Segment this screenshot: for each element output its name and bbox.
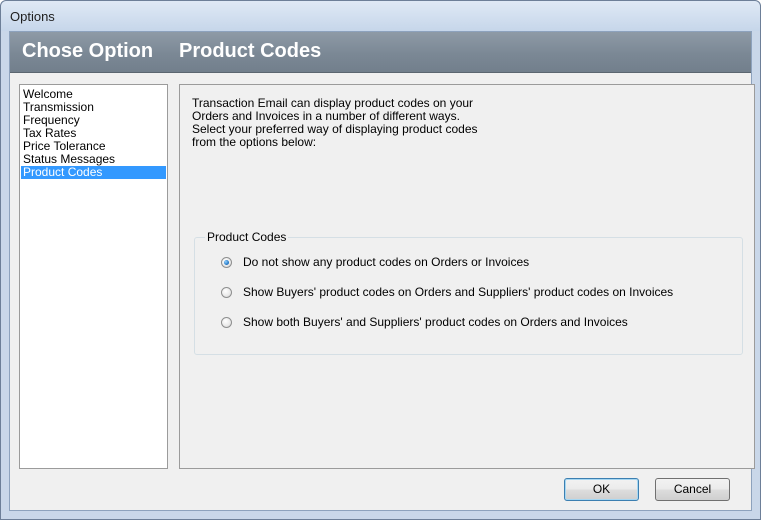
options-nav-list[interactable]: Welcome Transmission Frequency Tax Rates… <box>19 84 168 469</box>
header-band: Chose Option Product Codes <box>10 32 751 73</box>
header-page-title: Product Codes <box>179 40 322 62</box>
radio-option-buyers-suppliers-codes[interactable]: Show Buyers' product codes on Orders and… <box>221 284 673 300</box>
ok-button[interactable]: OK <box>564 478 639 501</box>
radio-option-label[interactable]: Do not show any product codes on Orders … <box>243 255 529 269</box>
options-window: Options Chose Option Product Codes Welco… <box>0 0 761 520</box>
product-codes-groupbox: Product Codes Do not show any product co… <box>194 212 757 379</box>
radio-button-checked-icon[interactable] <box>221 256 232 268</box>
description-line: from the options below: <box>192 135 317 149</box>
description-text: Transaction Email can display product co… <box>192 97 478 149</box>
window-title: Options <box>10 9 55 24</box>
radio-option-label[interactable]: Show both Buyers' and Suppliers' product… <box>243 315 628 329</box>
radio-button-icon[interactable] <box>221 316 232 328</box>
cancel-button[interactable]: Cancel <box>655 478 730 501</box>
groupbox-label: Product Codes <box>205 230 289 244</box>
header-chose-option: Chose Option <box>22 40 154 62</box>
content-panel: Transaction Email can display product co… <box>179 84 755 469</box>
title-bar[interactable]: Options <box>1 1 760 31</box>
radio-button-icon[interactable] <box>221 286 232 298</box>
nav-item-product-codes[interactable]: Product Codes <box>21 166 166 179</box>
radio-option-both-codes[interactable]: Show both Buyers' and Suppliers' product… <box>221 314 628 330</box>
radio-option-no-codes[interactable]: Do not show any product codes on Orders … <box>221 254 529 270</box>
radio-option-label[interactable]: Show Buyers' product codes on Orders and… <box>243 285 673 299</box>
dialog-client-area: Chose Option Product Codes Welcome Trans… <box>9 31 755 511</box>
